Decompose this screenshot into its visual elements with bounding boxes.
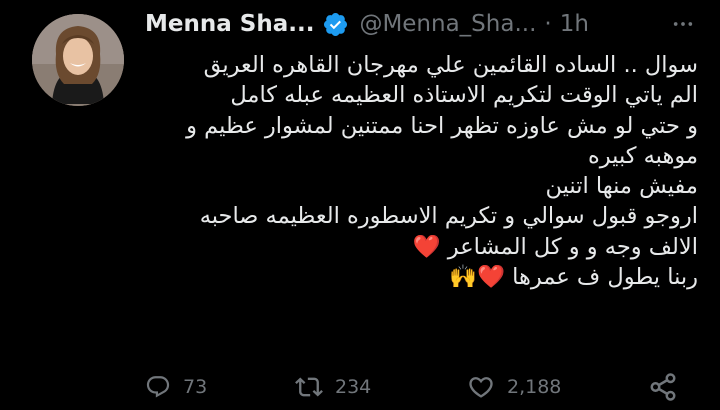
like-button[interactable]: 2,188 bbox=[467, 373, 561, 401]
author-name[interactable]: Menna Sha... bbox=[145, 11, 314, 37]
more-options-button[interactable] bbox=[668, 9, 698, 39]
tweet-line: الم ياتي الوقت لتكريم الاستاذه العظيمه ع… bbox=[230, 82, 698, 109]
tweet-line: الالف وجه و و كل المشاعر ❤️ bbox=[412, 233, 698, 260]
tweet-line: ربنا يطول ف عمرها ❤️🙌 bbox=[449, 264, 698, 291]
heart-icon bbox=[469, 377, 493, 398]
tweet-text: سوال .. الساده القائمين علي مهرجان القاه… bbox=[158, 50, 698, 292]
timestamp[interactable]: 1h bbox=[560, 11, 589, 37]
share-icon bbox=[650, 373, 676, 401]
tweet-line: موهبه كبيره bbox=[587, 142, 698, 169]
reply-icon bbox=[146, 376, 170, 398]
retweet-count: 234 bbox=[335, 376, 372, 398]
more-options-icon bbox=[673, 22, 693, 26]
separator-dot: · bbox=[544, 11, 552, 37]
like-count: 2,188 bbox=[507, 376, 562, 398]
tweet-card[interactable]: Menna Sha... @Menna_Sha... · 1h سوال .. … bbox=[0, 0, 720, 410]
retweet-icon bbox=[295, 377, 323, 397]
tweet-line: و حتي لو مش عاوزه تظهر احنا ممتنين لمشوا… bbox=[186, 112, 698, 139]
verified-badge-icon bbox=[322, 11, 349, 38]
reply-button[interactable]: 73 bbox=[145, 374, 207, 400]
reply-count: 73 bbox=[183, 376, 208, 398]
tweet-header: Menna Sha... @Menna_Sha... · 1h bbox=[145, 6, 589, 42]
avatar[interactable] bbox=[32, 14, 124, 106]
tweet-line: سوال .. الساده القائمين علي مهرجان القاه… bbox=[203, 52, 698, 78]
tweet-line: مفيش منها اتنين bbox=[545, 173, 698, 200]
tweet-line: اروجو قبول سوالي و تكريم الاسطوره العظيم… bbox=[199, 203, 698, 230]
avatar-photo bbox=[32, 14, 124, 106]
share-button[interactable] bbox=[648, 372, 678, 402]
author-handle[interactable]: @Menna_Sha... bbox=[359, 11, 536, 37]
action-bar: 73 234 2,188 bbox=[145, 367, 690, 407]
retweet-button[interactable]: 234 bbox=[295, 373, 371, 401]
